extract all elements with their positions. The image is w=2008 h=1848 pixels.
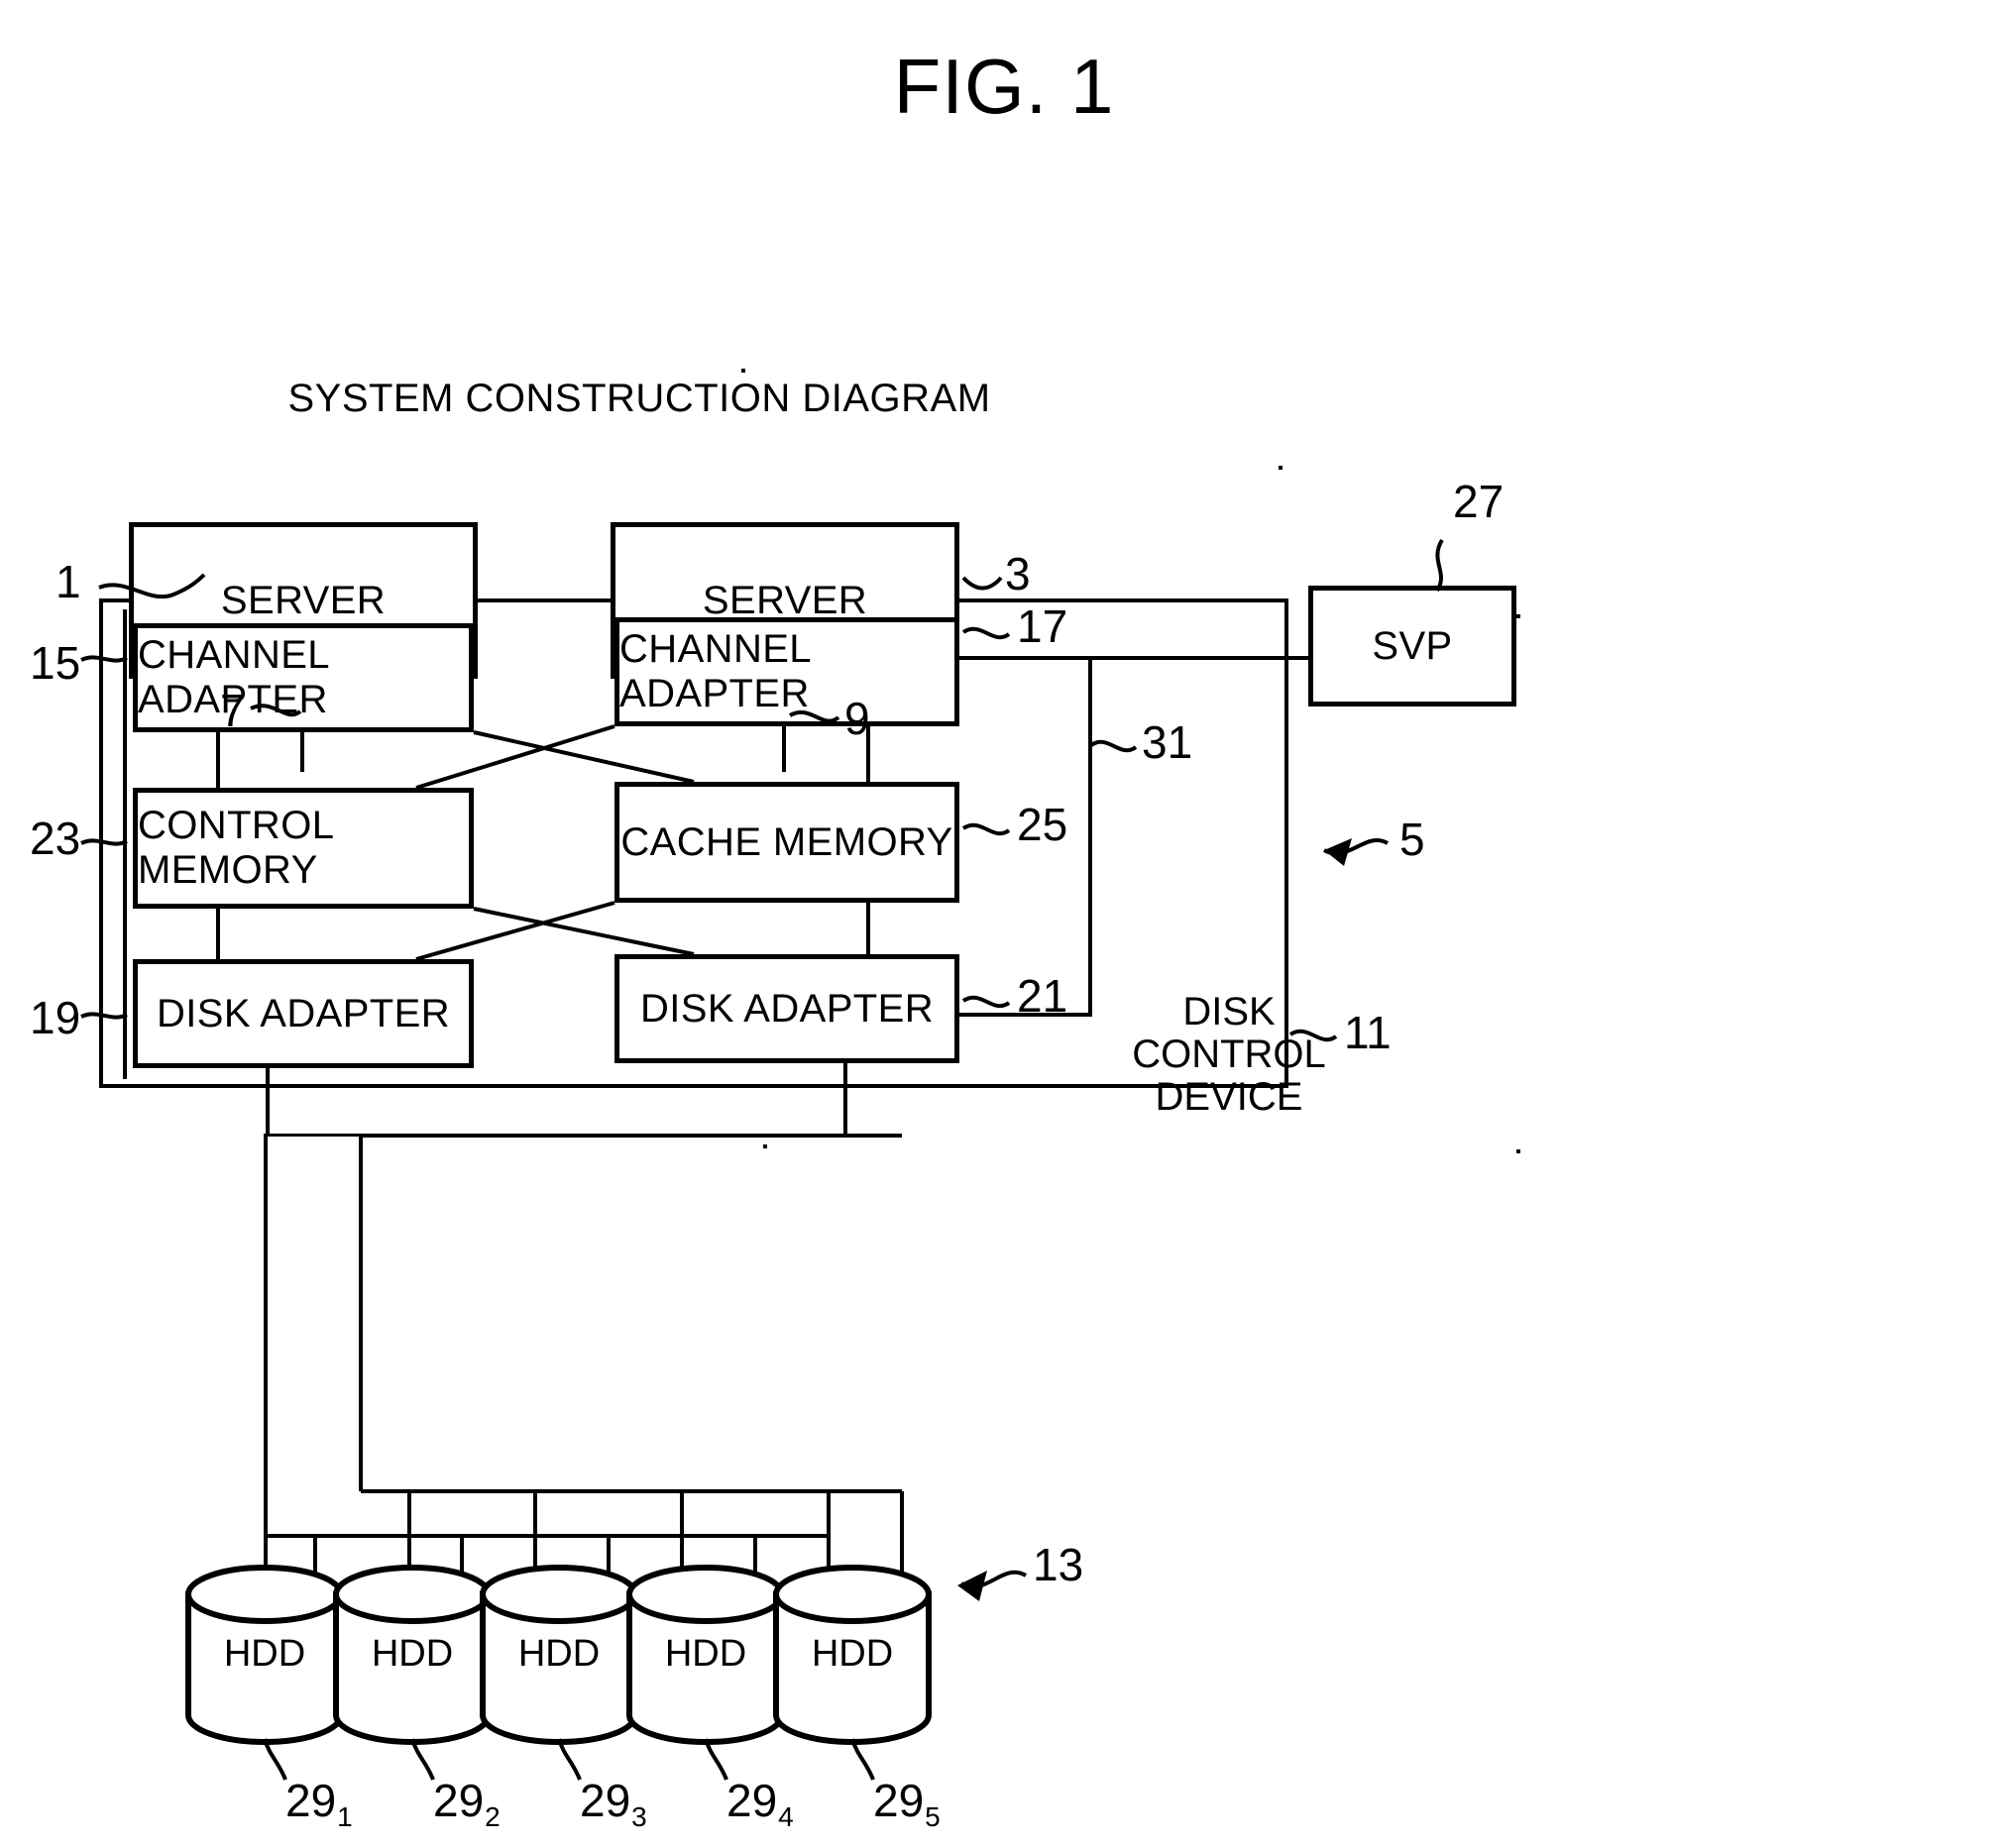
scan-speck (1279, 466, 1283, 470)
da-right-bus-drop (843, 1063, 847, 1134)
scan-speck (1516, 1149, 1520, 1153)
internal-bus-vertical (1088, 656, 1092, 1017)
hdd-label: HDD (664, 1633, 747, 1675)
disk-adapter-right-label: DISK ADAPTER (640, 986, 934, 1031)
cache-memory-block[interactable]: CACHE MEMORY (614, 782, 959, 903)
scan-speck (763, 1144, 767, 1148)
control-memory-label: CONTROL MEMORY (138, 804, 333, 892)
ref-31: 31 (1142, 716, 1193, 768)
ref-5: 5 (1399, 814, 1425, 865)
ref-29-4: 294 (726, 1775, 794, 1832)
ref-25: 25 (1017, 799, 1068, 850)
ref-15: 15 (30, 637, 81, 689)
ref-27: 27 (1453, 476, 1505, 527)
ref-13: 13 (1033, 1539, 1084, 1590)
ref-9: 9 (844, 693, 870, 744)
ref-17: 17 (1017, 600, 1068, 652)
ref-29-3: 293 (580, 1775, 647, 1832)
scan-speck (741, 369, 745, 373)
svp-label: SVP (1372, 623, 1453, 668)
link-ca-left-to-control-memory (216, 732, 220, 788)
server-left-label: SERVER (220, 578, 387, 622)
scan-speck (1516, 614, 1520, 618)
channel-adapter-right-block[interactable]: CHANNEL ADAPTER (614, 617, 959, 726)
ref-19: 19 (30, 992, 81, 1043)
figure-title: FIG. 1 (893, 43, 1115, 130)
disk-adapter-left-label: DISK ADAPTER (157, 991, 450, 1035)
disk-adapter-left-block[interactable]: DISK ADAPTER (133, 959, 474, 1068)
disk-adapter-right-block[interactable]: DISK ADAPTER (614, 954, 959, 1063)
hdd-label: HDD (517, 1633, 601, 1675)
ref-7: 7 (220, 685, 246, 736)
da-left-bus-drop (266, 1068, 270, 1134)
control-memory-block[interactable]: CONTROL MEMORY (133, 788, 474, 909)
svp-block[interactable]: SVP (1308, 586, 1516, 707)
chassis-inner-rail (123, 609, 127, 1079)
ref-1: 1 (56, 556, 81, 607)
channel-adapter-left-label: CHANNEL ADAPTER (138, 633, 329, 721)
ref-3: 3 (1005, 548, 1031, 599)
hdd-label: HDD (811, 1633, 894, 1675)
ref-29-1: 291 (285, 1775, 353, 1832)
figure-subtitle: SYSTEM CONSTRUCTION DIAGRAM (287, 377, 991, 420)
hdd-label: HDD (371, 1633, 454, 1675)
hdd-bus-rail-top (266, 1134, 843, 1137)
ref-23: 23 (30, 813, 81, 864)
link-control-memory-to-da-left (216, 909, 220, 959)
ref-21: 21 (1017, 970, 1068, 1022)
disk-control-device-label: DISK CONTROL DEVICE (1132, 990, 1326, 1119)
ref-11: 11 (1344, 1007, 1392, 1058)
svp-link-horizontal (957, 656, 1310, 660)
server-right-label: SERVER (702, 578, 868, 622)
hdd-label: HDD (223, 1633, 306, 1675)
ref-29-2: 292 (433, 1775, 501, 1832)
figure-canvas: FIG. 1 SYSTEM CONSTRUCTION DIAGRAM SERVE… (0, 0, 2008, 1848)
channel-adapter-left-block[interactable]: CHANNEL ADAPTER (133, 623, 474, 732)
channel-adapter-right-label: CHANNEL ADAPTER (619, 627, 811, 715)
cache-memory-label: CACHE MEMORY (620, 819, 953, 864)
link-cache-memory-to-da-right (866, 903, 870, 954)
ref-29-5: 295 (873, 1775, 941, 1832)
